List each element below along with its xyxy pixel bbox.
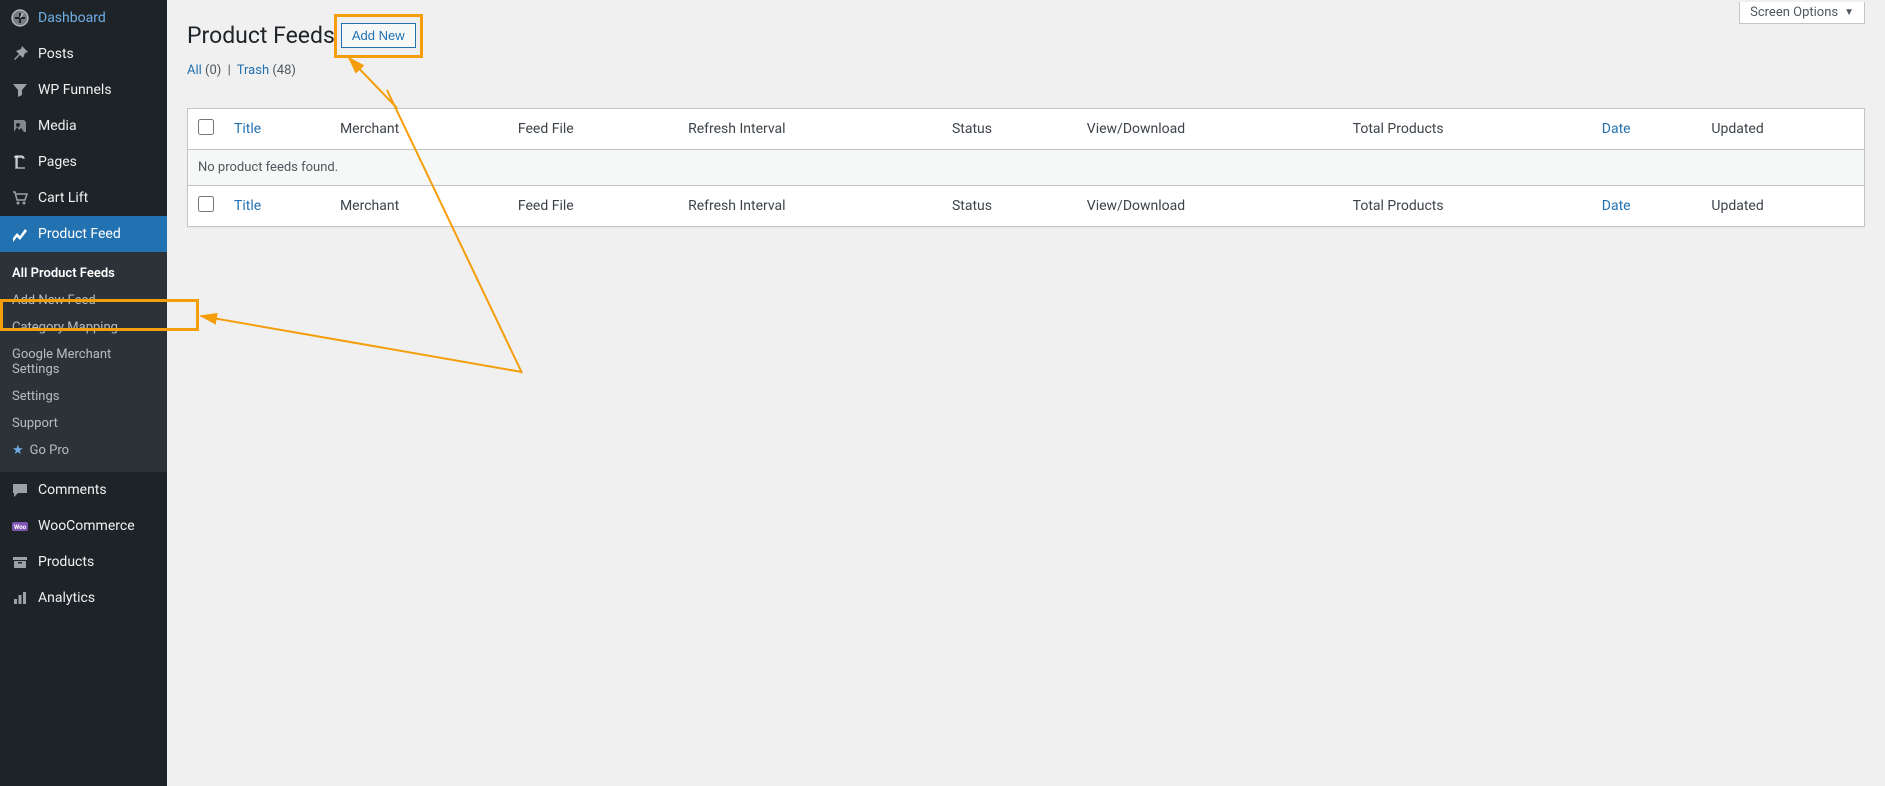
filter-all-count: (0): [205, 63, 221, 78]
col-view-download: View/Download: [1077, 185, 1343, 226]
col-refresh-interval: Refresh Interval: [678, 109, 942, 150]
col-updated: Updated: [1701, 109, 1864, 150]
sidebar-item-wpfunnels[interactable]: WP Funnels: [0, 72, 167, 108]
gopro-label: Go Pro: [30, 443, 69, 458]
col-title[interactable]: Title: [224, 185, 330, 226]
sidebar-submenu: All Product Feeds Add New Feed Category …: [0, 252, 167, 472]
media-icon: [10, 116, 30, 136]
sidebar-subitem-support[interactable]: Support: [0, 410, 167, 437]
sidebar-subitem-gopro[interactable]: ★ Go Pro: [0, 437, 167, 464]
table-header-row: Title Merchant Feed File Refresh Interva…: [188, 109, 1864, 150]
dashboard-icon: [10, 8, 30, 28]
sidebar-label: Analytics: [38, 590, 157, 606]
sidebar-subitem-settings[interactable]: Settings: [0, 383, 167, 410]
col-feed-file: Feed File: [508, 109, 678, 150]
page-icon: [10, 152, 30, 172]
sidebar-subitem-all-feeds[interactable]: All Product Feeds: [0, 260, 167, 287]
screen-options-label: Screen Options: [1750, 5, 1838, 20]
filter-trash-count: (48): [272, 63, 296, 78]
sidebar-label: Posts: [38, 46, 157, 62]
sidebar-item-woocommerce[interactable]: Woo WooCommerce: [0, 508, 167, 544]
table-empty-row: No product feeds found.: [188, 150, 1864, 185]
col-merchant: Merchant: [330, 109, 508, 150]
sidebar-item-products[interactable]: Products: [0, 544, 167, 580]
col-date[interactable]: Date: [1592, 109, 1702, 150]
col-view-download: View/Download: [1077, 109, 1343, 150]
sidebar-subitem-add-new-feed[interactable]: Add New Feed: [0, 287, 167, 314]
col-title[interactable]: Title: [224, 109, 330, 150]
filter-trash-link[interactable]: Trash: [237, 63, 269, 78]
analytics-icon: [10, 588, 30, 608]
chart-icon: [10, 224, 30, 244]
funnel-icon: [10, 80, 30, 100]
archive-icon: [10, 552, 30, 572]
col-status: Status: [942, 185, 1077, 226]
select-all-checkbox[interactable]: [198, 119, 214, 135]
sidebar-item-analytics[interactable]: Analytics: [0, 580, 167, 616]
filter-separator: |: [225, 63, 234, 78]
svg-text:Woo: Woo: [14, 524, 27, 531]
col-total-products: Total Products: [1343, 185, 1592, 226]
add-new-button[interactable]: Add New: [341, 23, 416, 48]
page-title: Product Feeds: [187, 22, 335, 49]
sidebar-item-pages[interactable]: Pages: [0, 144, 167, 180]
col-date[interactable]: Date: [1592, 185, 1702, 226]
sidebar-item-dashboard[interactable]: Dashboard: [0, 0, 167, 36]
sidebar-item-media[interactable]: Media: [0, 108, 167, 144]
sidebar-subitem-category-mapping[interactable]: Category Mapping: [0, 314, 167, 341]
empty-message: No product feeds found.: [188, 150, 1864, 185]
col-feed-file: Feed File: [508, 185, 678, 226]
annotation-arrow-2: [177, 300, 537, 380]
col-merchant: Merchant: [330, 185, 508, 226]
sidebar-label: Dashboard: [38, 10, 157, 26]
table-footer-row: Title Merchant Feed File Refresh Interva…: [188, 185, 1864, 226]
sidebar-label: Cart Lift: [38, 190, 157, 206]
sidebar-item-productfeed[interactable]: Product Feed: [0, 216, 167, 252]
comment-icon: [10, 480, 30, 500]
sidebar-item-cartlift[interactable]: Cart Lift: [0, 180, 167, 216]
sidebar-item-comments[interactable]: Comments: [0, 472, 167, 508]
pin-icon: [10, 44, 30, 64]
sidebar-label: WooCommerce: [38, 518, 157, 534]
select-all-checkbox-footer[interactable]: [198, 196, 214, 212]
sidebar-item-posts[interactable]: Posts: [0, 36, 167, 72]
filter-all-link[interactable]: All: [187, 63, 202, 78]
admin-sidebar: Dashboard Posts WP Funnels Media Pages C…: [0, 0, 167, 786]
col-total-products: Total Products: [1343, 109, 1592, 150]
main-content: Screen Options ▼ Product Feeds Add New A…: [167, 0, 1885, 786]
feeds-table: Title Merchant Feed File Refresh Interva…: [187, 108, 1865, 227]
sidebar-label: Comments: [38, 482, 157, 498]
sidebar-subitem-google-merchant[interactable]: Google Merchant Settings: [0, 341, 167, 383]
screen-options-button[interactable]: Screen Options ▼: [1739, 2, 1865, 24]
sidebar-label: Media: [38, 118, 157, 134]
filter-links: All (0) | Trash (48): [187, 63, 1865, 78]
chevron-down-icon: ▼: [1844, 7, 1854, 18]
woo-icon: Woo: [10, 516, 30, 536]
sidebar-label: Products: [38, 554, 157, 570]
sidebar-label: Product Feed: [38, 226, 157, 242]
star-icon: ★: [12, 443, 24, 458]
sidebar-label: WP Funnels: [38, 82, 157, 98]
cart-icon: [10, 188, 30, 208]
sidebar-label: Pages: [38, 154, 157, 170]
col-updated: Updated: [1701, 185, 1864, 226]
col-status: Status: [942, 109, 1077, 150]
col-refresh-interval: Refresh Interval: [678, 185, 942, 226]
